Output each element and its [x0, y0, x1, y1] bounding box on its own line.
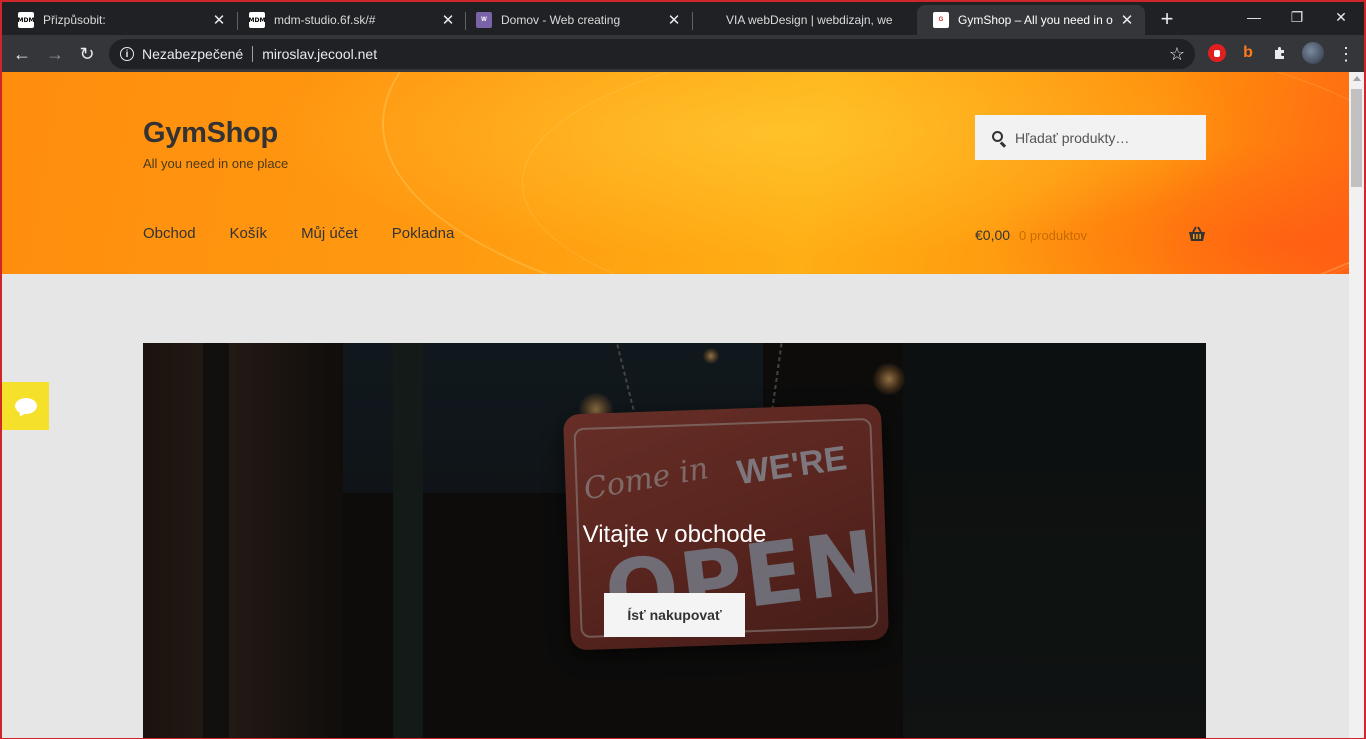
browser-toolbar: ← → ↻ i Nezabezpečené miroslav.jecool.ne… [2, 35, 1364, 72]
tab-title: GymShop – All you need in one [958, 13, 1113, 27]
url-text[interactable]: miroslav.jecool.net [262, 46, 377, 62]
puzzle-icon[interactable] [1271, 44, 1289, 62]
main-navigation: Obchod Košík Můj účet Pokladna [143, 225, 488, 242]
browser-menu-button[interactable]: ⋮ [1332, 40, 1360, 68]
browser-window: MDM Přizpůsobit: ✕ MDM mdm-studio.6f.sk/… [0, 0, 1366, 739]
tab-strip: MDM Přizpůsobit: ✕ MDM mdm-studio.6f.sk/… [2, 2, 1364, 35]
close-icon[interactable]: ✕ [440, 12, 456, 29]
adblock-hand-glyph [1214, 50, 1220, 57]
nav-item-shop[interactable]: Obchod [143, 225, 196, 242]
info-icon[interactable]: i [120, 47, 134, 61]
bookmark-star-icon[interactable]: ☆ [1169, 44, 1185, 65]
mdm-icon: MDM [18, 12, 34, 28]
search-input[interactable] [1013, 128, 1197, 147]
scrollbar-thumb[interactable] [1351, 89, 1362, 187]
nav-item-account[interactable]: Můj účet [301, 225, 358, 242]
cart-count: 0 produktov [1019, 227, 1087, 243]
site-title[interactable]: GymShop [143, 117, 278, 150]
close-icon[interactable]: ✕ [666, 12, 682, 29]
hero-title: Vitajte v obchode [582, 521, 767, 548]
scroll-up-arrow-icon[interactable] [1353, 76, 1361, 81]
window-close-button[interactable]: ✕ [1318, 2, 1364, 32]
omnibox-divider [252, 46, 254, 62]
tab-4[interactable]: VIA webDesign | webdizajn, we [710, 5, 917, 35]
nav-item-checkout[interactable]: Pokladna [392, 225, 455, 242]
tab-1[interactable]: MDM Přizpůsobit: ✕ [2, 5, 237, 35]
wordpress-icon: W [476, 12, 492, 28]
tab-title: Domov - Web creating [501, 13, 621, 27]
b-extension-icon[interactable]: b [1239, 44, 1257, 62]
search-icon [992, 131, 1005, 144]
puzzle-glyph [1275, 47, 1284, 59]
header-decoration [522, 72, 1349, 274]
chat-widget-button[interactable] [2, 382, 49, 430]
site-tagline: All you need in one place [143, 156, 289, 171]
close-icon[interactable]: ✕ [211, 12, 227, 29]
security-label: Nezabezpečené [142, 46, 244, 62]
chat-bubble-icon [14, 398, 37, 414]
gymshop-icon: G [933, 12, 949, 28]
cart-amount: €0,00 [975, 227, 1011, 243]
product-search[interactable] [975, 115, 1206, 160]
tab-separator [692, 12, 693, 30]
profile-avatar[interactable] [1302, 42, 1324, 64]
new-tab-button[interactable]: + [1156, 8, 1178, 30]
minimize-button[interactable]: — [1231, 2, 1277, 32]
tab-title: Přizpůsobit: [43, 13, 106, 27]
reload-button[interactable]: ↻ [73, 40, 101, 68]
close-icon[interactable]: ✕ [1119, 12, 1135, 29]
tab-5-active[interactable]: G GymShop – All you need in one ✕ [917, 5, 1145, 35]
hero-banner: Come in WE'RE OPEN Vitajte v obchode Ísť… [143, 343, 1206, 738]
page-viewport: GymShop All you need in one place Obchod… [2, 72, 1349, 738]
address-bar[interactable]: i Nezabezpečené miroslav.jecool.net ☆ [109, 39, 1195, 69]
nav-item-cart[interactable]: Košík [230, 225, 268, 242]
mdm-icon: MDM [249, 12, 265, 28]
tab-2[interactable]: MDM mdm-studio.6f.sk/# ✕ [233, 5, 466, 35]
back-button[interactable]: ← [8, 40, 36, 68]
site-header: GymShop All you need in one place Obchod… [2, 72, 1349, 274]
tab-title: VIA webDesign | webdizajn, we [726, 13, 893, 27]
maximize-button[interactable]: ❐ [1274, 2, 1320, 32]
tab-3[interactable]: W Domov - Web creating ✕ [460, 5, 692, 35]
header-cart[interactable]: €0,00 0 produktov [975, 225, 1206, 245]
adblock-icon[interactable] [1208, 44, 1226, 62]
page-scrollbar[interactable] [1349, 72, 1364, 738]
tab-title: mdm-studio.6f.sk/# [274, 13, 376, 27]
forward-button[interactable]: → [41, 40, 69, 68]
shop-now-button[interactable]: Ísť nakupovať [604, 593, 745, 637]
basket-icon [1189, 226, 1205, 241]
